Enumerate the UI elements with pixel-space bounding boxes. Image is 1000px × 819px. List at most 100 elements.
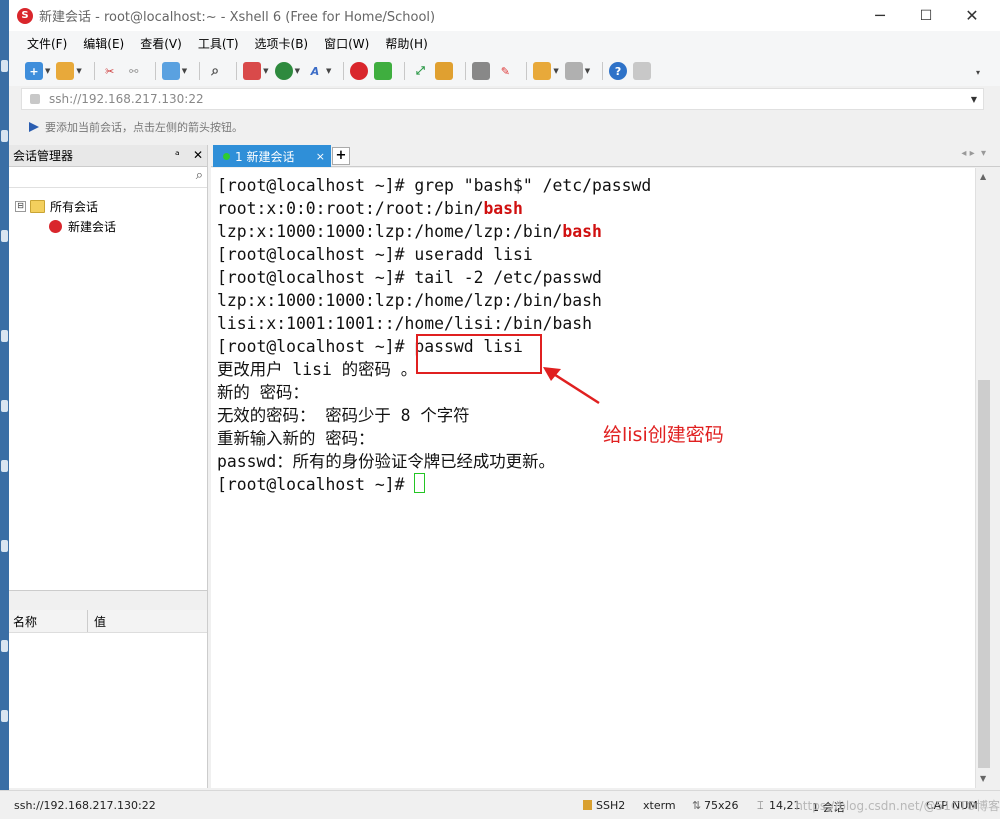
layout-icon[interactable] <box>564 62 583 80</box>
menu-tabs[interactable]: 选项卡(B) <box>247 35 317 52</box>
terminal-line: [root@localhost ~]# <box>217 473 426 496</box>
menu-help[interactable]: 帮助(H) <box>377 35 435 52</box>
scroll-down-icon[interactable]: ▼ <box>980 774 986 783</box>
properties-icon[interactable] <box>161 62 180 80</box>
xshell-icon[interactable] <box>350 62 369 80</box>
annotation-text: 给lisi创建密码 <box>603 424 724 446</box>
open-folder-icon[interactable] <box>56 62 75 80</box>
toolbar-divider <box>199 62 201 80</box>
arrow-icon[interactable] <box>29 122 39 132</box>
toolbar-divider <box>154 62 156 80</box>
hint-text: 要添加当前会话，点击左侧的箭头按钮。 <box>45 121 243 134</box>
xshell-logo-icon: S <box>17 7 33 24</box>
tab-close-icon[interactable]: × <box>316 150 325 163</box>
menu-file[interactable]: 文件(F) <box>19 35 75 52</box>
close-button[interactable]: ✕ <box>949 0 995 31</box>
toolbar-divider <box>93 62 95 80</box>
font-icon[interactable]: A <box>306 62 324 80</box>
lock-icon <box>30 94 40 104</box>
toolbar-overflow-icon[interactable]: ▾ <box>976 68 980 77</box>
maximize-button[interactable]: ☐ <box>903 0 949 31</box>
tab-new-session[interactable]: 1 新建会话 × <box>213 145 331 167</box>
address-bar[interactable]: ssh://192.168.217.130:22 ▼ <box>21 88 984 110</box>
search-icon[interactable]: ⌕ <box>206 62 224 80</box>
highlighted-text: bash <box>562 222 602 241</box>
tab-bar: 1 新建会话 × + ◂ ▸ ▾ <box>211 145 1000 167</box>
toolbar-divider <box>236 62 238 80</box>
highlight-icon[interactable]: ✎ <box>496 62 514 80</box>
status-connection: ssh://192.168.217.130:22 <box>14 799 156 812</box>
chevron-down-icon[interactable]: ▼ <box>76 67 81 75</box>
terminal-scrollbar[interactable]: ▲ ▼ <box>975 168 992 788</box>
disconnect-icon[interactable]: ⚯ <box>125 62 143 80</box>
terminal-line: root:x:0:0:root:/root:/bin/bash <box>217 199 523 218</box>
connected-status-icon <box>223 152 230 160</box>
toolbar-divider <box>465 62 467 80</box>
tab-label: 1 新建会话 <box>235 149 295 164</box>
terminal-area[interactable]: [root@localhost ~]# grep "bash$" /etc/pa… <box>211 168 975 788</box>
window-title: 新建会话 - root@localhost:~ - Xshell 6 (Free… <box>39 10 436 25</box>
chevron-down-icon[interactable]: ▼ <box>263 67 268 75</box>
globe-icon[interactable] <box>274 62 293 80</box>
new-session-icon[interactable]: + <box>25 62 43 80</box>
help-icon[interactable]: ? <box>609 62 628 80</box>
session-search[interactable]: ⌕ <box>9 167 207 188</box>
terminal-line: 无效的密码： 密码少于 8 个字符 <box>217 406 470 425</box>
session-manager-title: 会话管理器 <box>13 149 74 163</box>
tree-item-new-session[interactable]: 新建会话 <box>9 216 207 236</box>
collapse-icon[interactable]: ⊟ <box>15 200 26 212</box>
pin-icon[interactable]: ᵃ <box>175 148 180 162</box>
chat-icon[interactable] <box>633 62 652 80</box>
lock-icon[interactable] <box>435 62 454 80</box>
terminal-line: lzp:x:1000:1000:lzp:/home/lzp:/bin/bash <box>217 222 602 241</box>
chevron-down-icon[interactable]: ▼ <box>295 67 300 75</box>
scroll-up-icon[interactable]: ▲ <box>980 172 986 181</box>
add-tab-button[interactable]: + <box>332 147 350 165</box>
minimize-button[interactable]: ─ <box>857 0 903 31</box>
status-bar: ssh://192.168.217.130:22 SSH2 xterm ⇅ 75… <box>0 790 1000 819</box>
title-bar: S 新建会话 - root@localhost:~ - Xshell 6 (Fr… <box>9 0 1000 31</box>
menu-bar: 文件(F) 编辑(E) 查看(V) 工具(T) 选项卡(B) 窗口(W) 帮助(… <box>9 31 1000 56</box>
xftp-icon[interactable] <box>374 62 393 80</box>
tree-item-label: 所有会话 <box>50 199 99 214</box>
session-tree: ⊟ 所有会话 新建会话 <box>9 188 207 236</box>
column-name[interactable]: 名称 <box>9 613 37 630</box>
terminal-line: [root@localhost ~]# useradd lisi <box>217 245 533 264</box>
desktop-background <box>0 0 9 819</box>
tree-item-all-sessions[interactable]: ⊟ 所有会话 <box>9 196 207 216</box>
annotation-arrow <box>543 367 600 405</box>
menu-window[interactable]: 窗口(W) <box>316 35 377 52</box>
chevron-down-icon[interactable]: ▼ <box>45 67 50 75</box>
folder-icon <box>30 199 45 213</box>
transfer-icon[interactable] <box>243 62 262 80</box>
column-value[interactable]: 值 <box>87 610 106 632</box>
search-icon[interactable]: ⌕ <box>196 168 203 183</box>
scrollbar-thumb[interactable] <box>978 380 990 768</box>
close-panel-icon[interactable]: ✕ <box>193 148 203 162</box>
terminal-line: 新的 密码： <box>217 383 309 402</box>
chevron-down-icon[interactable]: ▼ <box>326 67 331 75</box>
chevron-down-icon[interactable]: ▼ <box>585 67 590 75</box>
menu-tools[interactable]: 工具(T) <box>190 35 247 52</box>
status-protocol: SSH2 <box>596 799 626 812</box>
chevron-down-icon[interactable]: ▼ <box>971 95 977 104</box>
keyboard-icon[interactable] <box>472 62 491 80</box>
fullscreen-icon[interactable]: ⤢ <box>411 62 429 80</box>
tree-item-label: 新建会话 <box>68 219 117 234</box>
menu-edit[interactable]: 编辑(E) <box>75 35 132 52</box>
tab-scroll-icon[interactable]: ◂ ▸ ▾ <box>961 148 986 159</box>
chevron-down-icon[interactable]: ▼ <box>553 67 558 75</box>
add-folder-icon[interactable] <box>533 62 552 80</box>
menu-view[interactable]: 查看(V) <box>132 35 190 52</box>
terminal-cursor <box>414 473 426 493</box>
address-input[interactable]: ssh://192.168.217.130:22 <box>49 92 204 106</box>
panel-divider[interactable] <box>9 590 207 612</box>
status-size: 75x26 <box>704 799 739 812</box>
toolbar-divider <box>526 62 528 80</box>
reconnect-icon[interactable]: ✂ <box>101 62 119 80</box>
properties-header: 名称 值 <box>9 610 207 633</box>
status-terminal-type: xterm <box>643 799 676 812</box>
chevron-down-icon[interactable]: ▼ <box>182 67 187 75</box>
toolbar-divider <box>602 62 604 80</box>
size-icon: ⇅ <box>692 799 702 812</box>
